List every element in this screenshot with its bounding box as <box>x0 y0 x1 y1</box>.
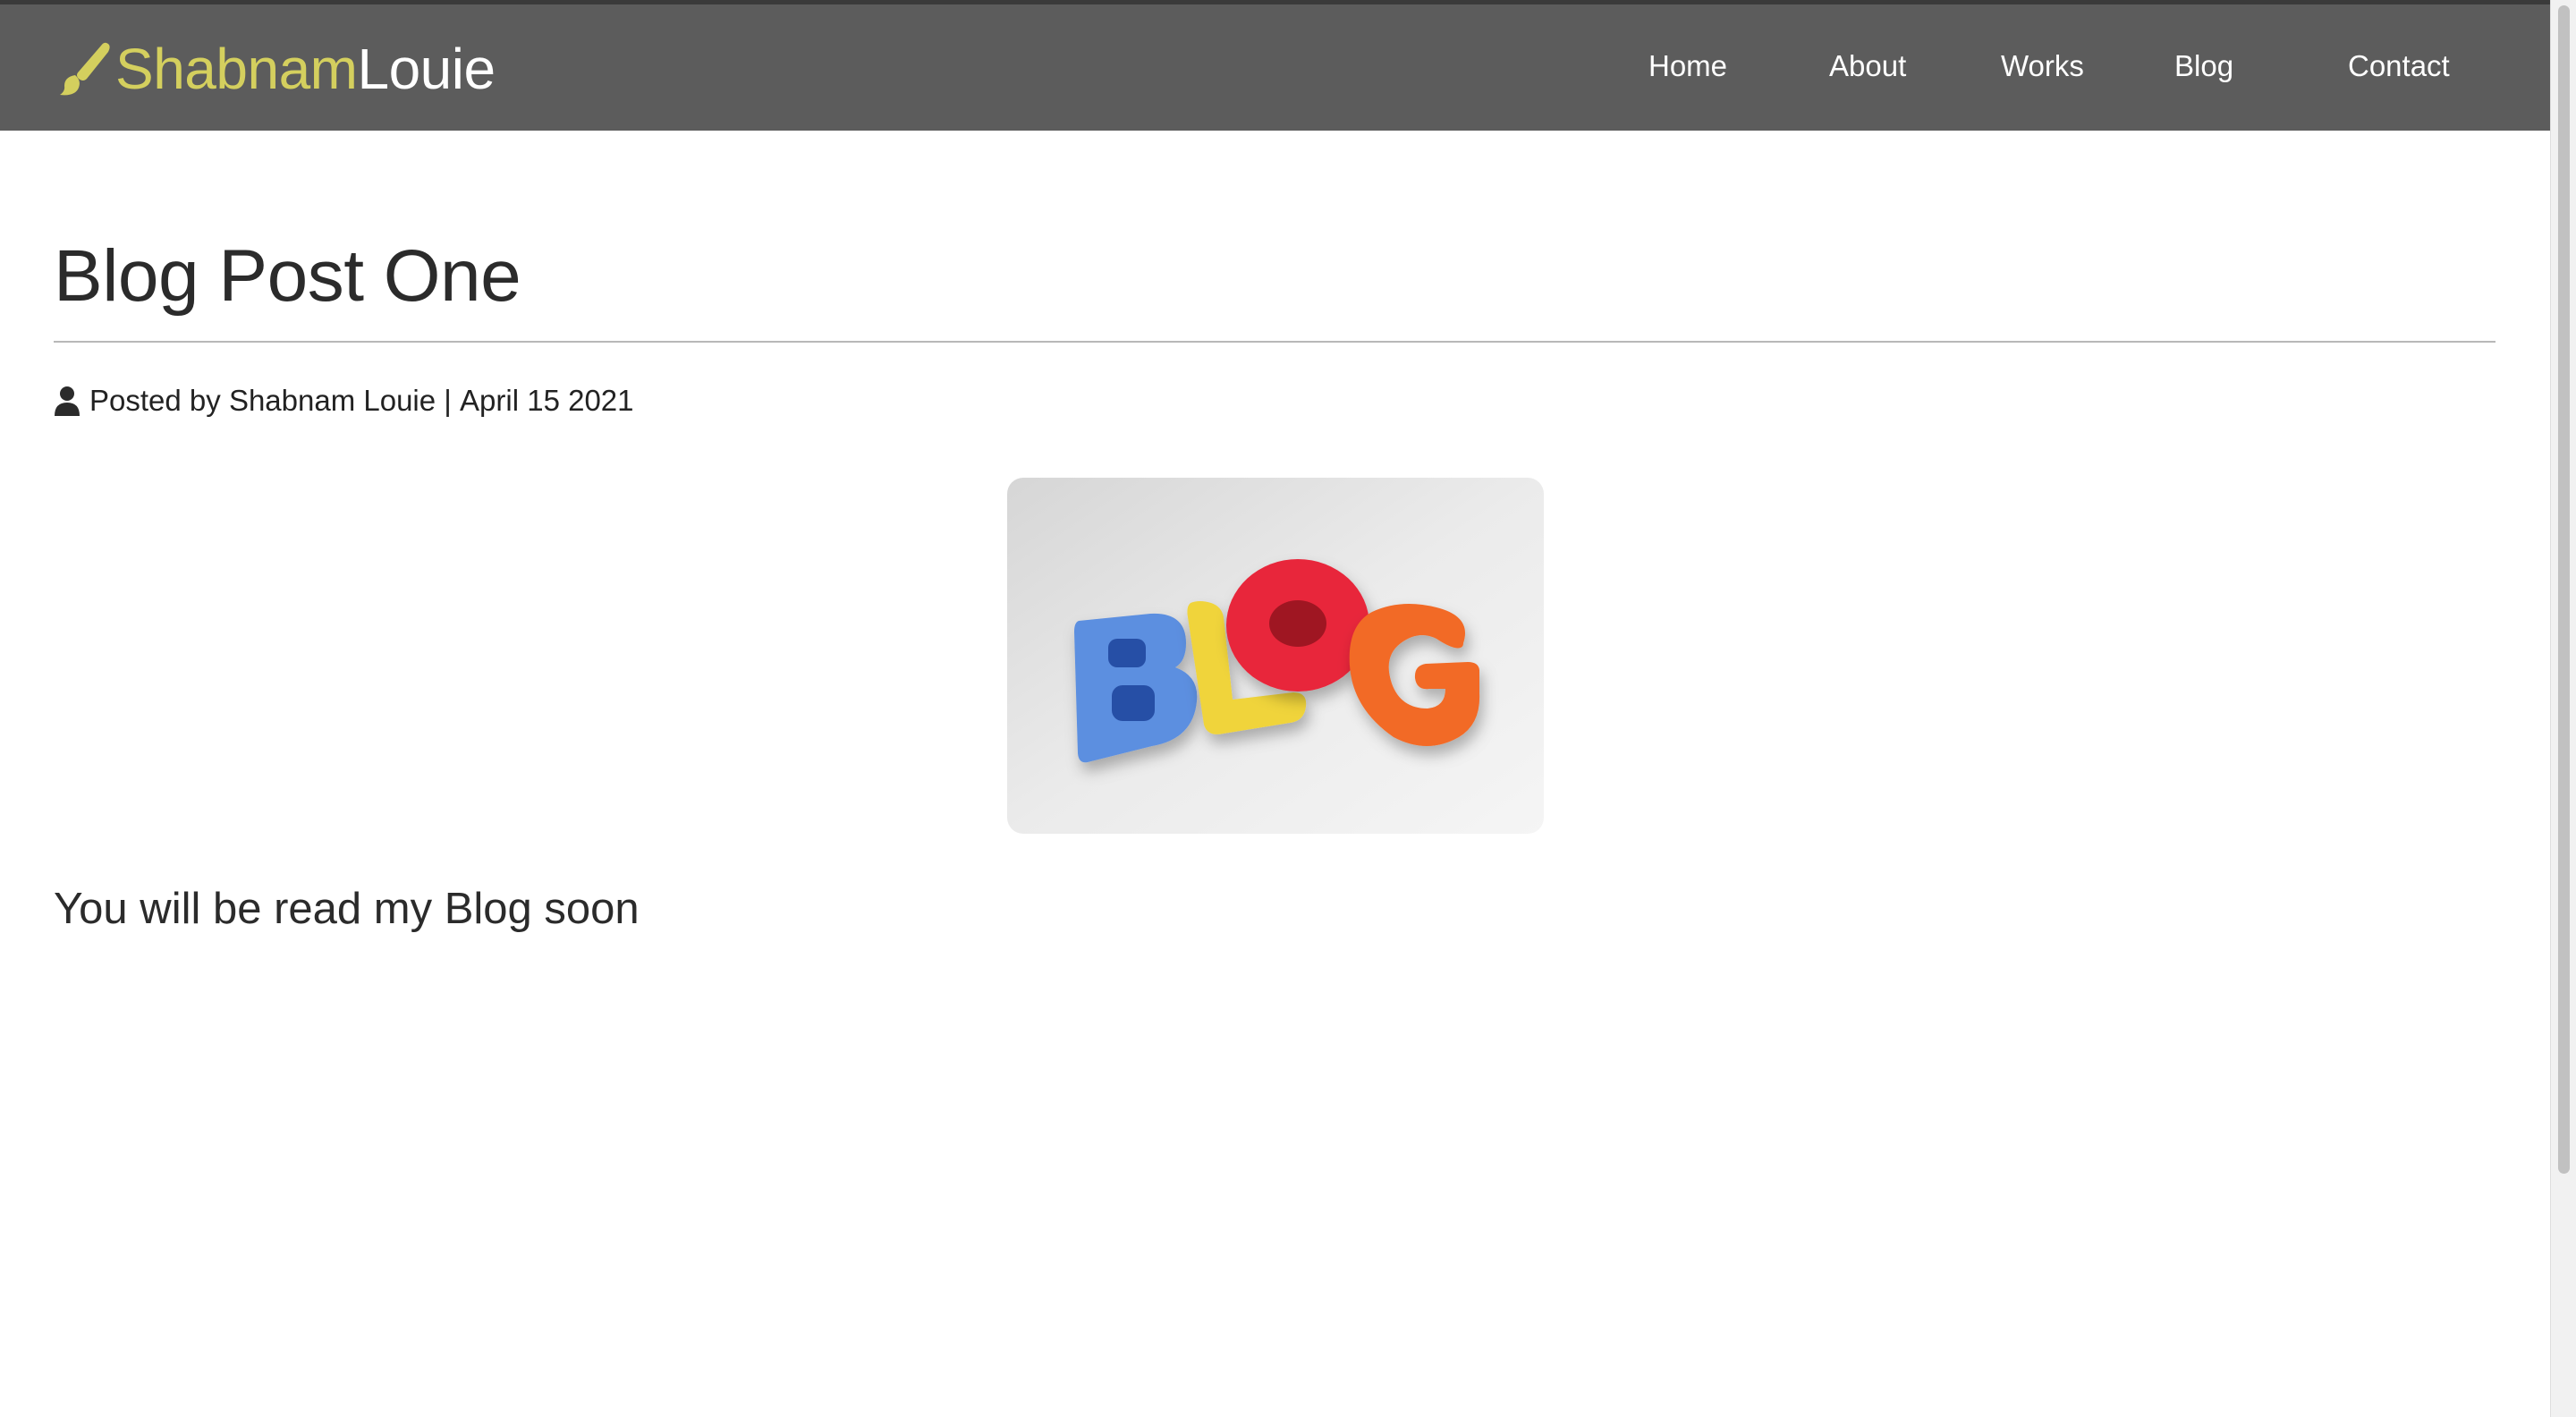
meta-separator: | <box>436 384 461 417</box>
post-body: You will be read my Blog soon <box>54 885 640 933</box>
site-navbar: Shabnam Louie Home About Works Blog Conta… <box>0 4 2550 131</box>
nav-works[interactable]: Works <box>2001 49 2084 83</box>
brand-name-first: Shabnam <box>115 37 358 101</box>
post-date: April 15 2021 <box>460 384 634 417</box>
paintbrush-icon <box>60 42 110 96</box>
post-meta: Posted by Shabnam Louie | April 15 2021 <box>54 381 634 420</box>
nav-blog[interactable]: Blog <box>2174 49 2233 83</box>
post-hero-image <box>1007 478 1544 834</box>
user-icon <box>55 386 80 416</box>
meta-prefix: Posted by <box>89 384 229 417</box>
post-title: Blog Post One <box>54 235 521 317</box>
nav-contact[interactable]: Contact <box>2348 49 2450 83</box>
page-scrollbar[interactable] <box>2550 0 2576 1417</box>
post-author: Shabnam Louie <box>228 384 436 417</box>
main-nav: Home About Works Blog Contact <box>1648 4 2550 131</box>
brand-name-last: Louie <box>357 37 496 101</box>
nav-home[interactable]: Home <box>1648 49 1727 83</box>
scrollbar-thumb[interactable] <box>2558 5 2570 1174</box>
blog-letters-image <box>1007 478 1544 834</box>
title-divider <box>54 341 2496 343</box>
nav-about[interactable]: About <box>1829 49 1906 83</box>
brand-logo-link[interactable]: Shabnam Louie <box>51 33 496 105</box>
